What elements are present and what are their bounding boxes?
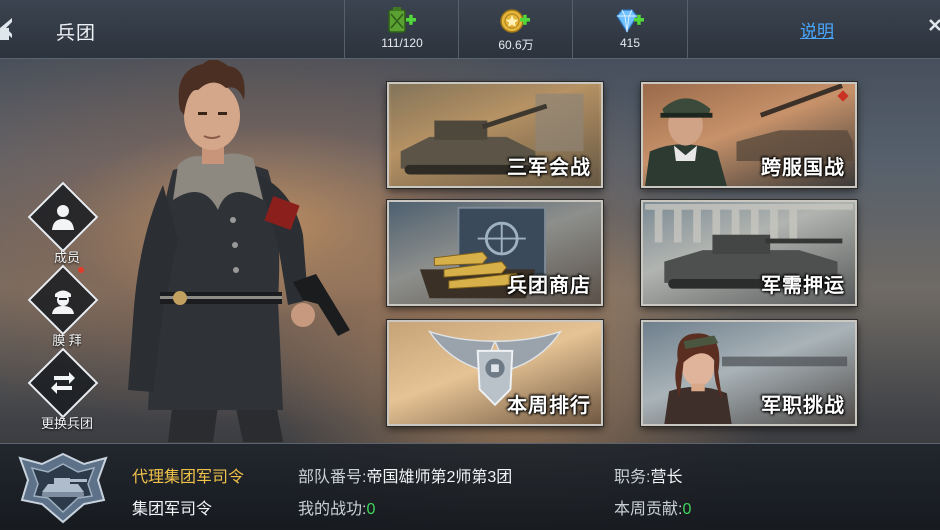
worship-icon xyxy=(52,290,74,314)
my-merit: 我的战功:0 xyxy=(298,495,375,519)
fuel-can-icon xyxy=(388,7,416,33)
merit-value: 0 xyxy=(366,501,376,518)
position-value: 营长 xyxy=(650,469,683,486)
mode-title: 本周排行 xyxy=(507,395,591,417)
mode-title: 跨服国战 xyxy=(761,157,845,179)
member-icon xyxy=(52,205,74,230)
fuel-value: 111/120 xyxy=(381,36,423,50)
mode-title: 军需押运 xyxy=(761,275,845,297)
notice-dot xyxy=(78,267,84,273)
diamond-value: 415 xyxy=(619,36,641,50)
unit-value: 帝国雄师第2师第3团 xyxy=(366,469,513,486)
mode-title: 兵团商店 xyxy=(507,275,591,297)
unit-number: 部队番号:帝国雄师第2师第3团 xyxy=(298,463,512,487)
gold-coin-icon xyxy=(500,9,530,33)
gold-value: 60.6万 xyxy=(498,38,534,52)
close-icon[interactable] xyxy=(928,16,940,40)
corps-emblem-icon xyxy=(18,452,108,524)
switch-corps-button[interactable]: 更换兵团 xyxy=(27,347,104,431)
top-bar: 兵团 111/120 60.6万 415 说明 xyxy=(0,0,940,59)
resource-gold[interactable]: 60.6万 xyxy=(458,0,573,58)
page-title: 兵团 xyxy=(56,23,97,44)
mode-card-corps-shop[interactable]: 兵团商店 xyxy=(387,200,603,306)
mode-card-supply-escort[interactable]: 军需押运 xyxy=(641,200,857,306)
help-link[interactable]: 说明 xyxy=(800,17,834,42)
corps-info-panel: 代理集团军司令 集团军司令 部队番号:帝国雄师第2师第3团 我的战功:0 职务:… xyxy=(0,443,940,530)
mode-card-rank-challenge[interactable]: 军职挑战 xyxy=(641,320,857,426)
unit-label: 部队番号: xyxy=(298,469,367,486)
position-label: 职务: xyxy=(614,469,651,486)
weekly-contribution: 本周贡献:0 xyxy=(614,495,691,519)
worship-label: 膜 拜 xyxy=(52,333,82,348)
weekly-label: 本周贡献: xyxy=(614,501,683,518)
soldier-portrait xyxy=(128,60,350,442)
role-title: 代理集团军司令 xyxy=(132,469,245,486)
diamond-icon xyxy=(616,9,644,34)
switch-icon xyxy=(51,372,75,394)
merit-label: 我的战功: xyxy=(298,501,367,518)
resource-diamond[interactable]: 415 xyxy=(572,0,688,58)
weekly-value: 0 xyxy=(682,501,692,518)
mode-card-weekly-ranking[interactable]: 本周排行 xyxy=(387,320,603,426)
mode-card-cross-server-war[interactable]: 跨服国战 xyxy=(641,82,857,188)
position: 职务:营长 xyxy=(614,463,682,487)
member-button[interactable]: 成员 xyxy=(27,181,104,265)
mode-card-three-army-battle[interactable]: 三军会战 xyxy=(387,82,603,188)
member-label: 成员 xyxy=(53,250,80,265)
role-subtitle: 集团军司令 xyxy=(132,501,213,518)
switch-corps-label: 更换兵团 xyxy=(40,416,93,431)
resource-fuel[interactable]: 111/120 xyxy=(344,0,459,58)
worship-button[interactable]: 膜 拜 xyxy=(27,264,104,348)
mode-title: 三军会战 xyxy=(507,157,591,179)
home-icon[interactable] xyxy=(0,14,18,42)
mode-title: 军职挑战 xyxy=(761,395,845,417)
